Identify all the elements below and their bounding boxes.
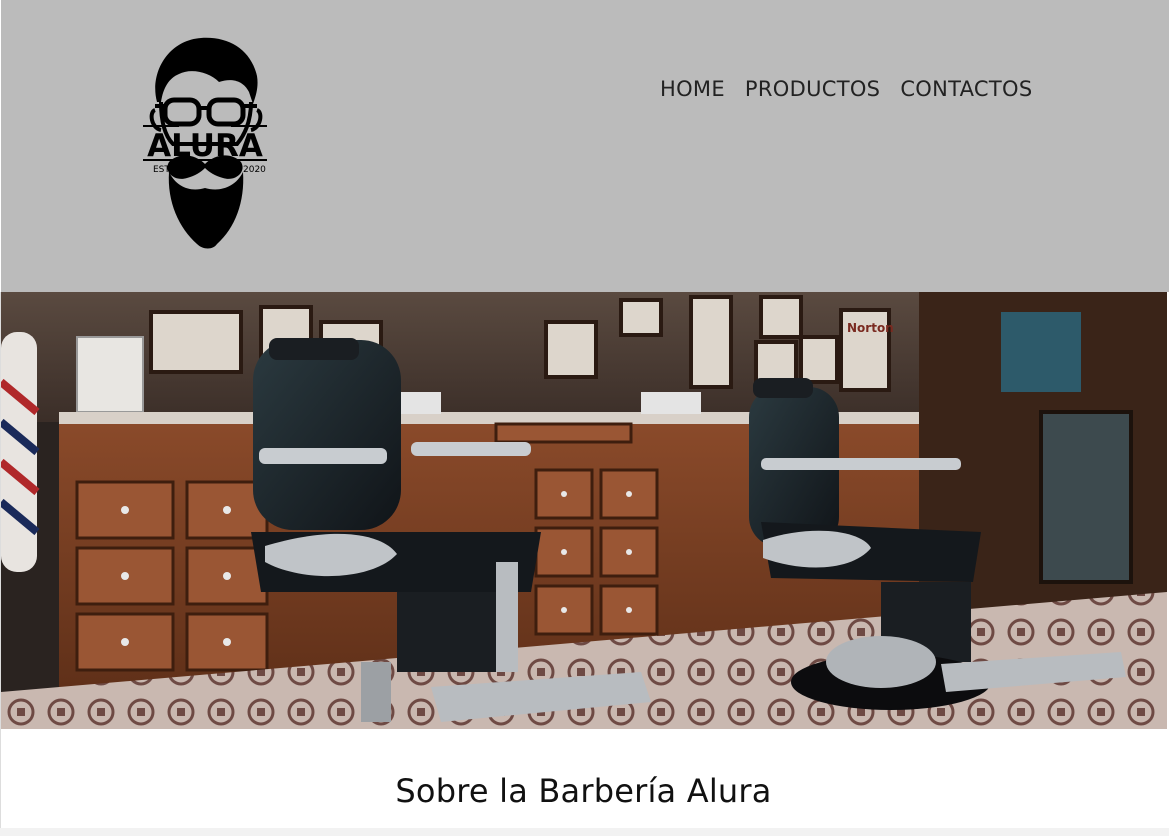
about-title-text: Sobre la Barbería Alura [395,772,772,810]
nav-contactos-link[interactable]: CONTACTOS [900,74,1032,104]
barbershop-interior-photo: Norton [1,292,1167,729]
main-nav: HOME PRODUCTOS CONTACTOS [660,74,1032,104]
logo-brand-text: ALURA [147,128,263,164]
alura-logo[interactable]: ALURA ESTD 2020 [139,32,271,254]
about-title: Sobre la Barbería Alura [0,772,1169,810]
nav-home-link[interactable]: HOME [660,74,725,104]
section-divider [0,828,1169,836]
logo-estd-text: ESTD [153,165,177,175]
nav-productos-link[interactable]: PRODUCTOS [745,74,880,104]
wall-sign-text: Norton [847,321,894,335]
bearded-man-logo-icon: ALURA ESTD 2020 [143,37,267,249]
site-header: ALURA ESTD 2020 HOME PRODUCTOS CONTACTOS [1,0,1169,292]
logo-year-text: 2020 [243,165,266,175]
page-left-border [0,292,1,836]
hero-banner: Norton [1,292,1167,729]
